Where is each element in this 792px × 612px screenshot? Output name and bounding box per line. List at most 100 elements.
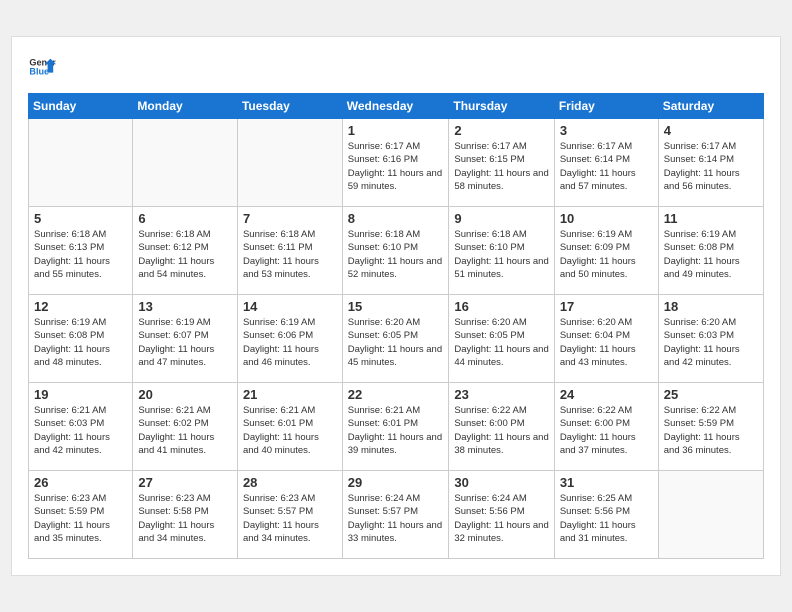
day-info: Sunrise: 6:20 AM Sunset: 6:03 PM Dayligh… [664,316,758,369]
day-number: 18 [664,299,758,314]
day-header-saturday: Saturday [658,94,763,119]
day-number: 9 [454,211,548,226]
day-number: 13 [138,299,232,314]
calendar-cell: 15 Sunrise: 6:20 AM Sunset: 6:05 PM Dayli… [342,295,449,383]
calendar-cell: 16 Sunrise: 6:20 AM Sunset: 6:05 PM Dayli… [449,295,554,383]
calendar-cell: 11 Sunrise: 6:19 AM Sunset: 6:08 PM Dayli… [658,207,763,295]
calendar-cell: 6 Sunrise: 6:18 AM Sunset: 6:12 PM Daylig… [133,207,238,295]
calendar-cell: 26Sunrise: 6:23 AM Sunset: 5:59 PM Dayli… [29,471,133,559]
calendar-cell: 22 Sunrise: 6:21 AM Sunset: 6:01 PM Dayli… [342,383,449,471]
day-number: 2 [454,123,548,138]
day-info: Sunrise: 6:19 AM Sunset: 6:08 PM Dayligh… [34,316,127,369]
day-number: 12 [34,299,127,314]
day-info: Sunrise: 6:24 AM Sunset: 5:57 PM Dayligh… [348,492,444,545]
day-info: Sunrise: 6:20 AM Sunset: 6:04 PM Dayligh… [560,316,653,369]
calendar-cell [237,119,342,207]
day-header-tuesday: Tuesday [237,94,342,119]
day-info: Sunrise: 6:18 AM Sunset: 6:11 PM Dayligh… [243,228,337,281]
calendar-cell: 17Sunrise: 6:20 AM Sunset: 6:04 PM Dayli… [554,295,658,383]
day-number: 1 [348,123,444,138]
header: General Blue [28,53,764,81]
day-number: 22 [348,387,444,402]
day-number: 16 [454,299,548,314]
calendar-cell: 12 Sunrise: 6:19 AM Sunset: 6:08 PM Dayli… [29,295,133,383]
day-info: Sunrise: 6:21 AM Sunset: 6:02 PM Dayligh… [138,404,232,457]
calendar-cell: 10Sunrise: 6:19 AM Sunset: 6:09 PM Dayli… [554,207,658,295]
day-number: 11 [664,211,758,226]
day-info: Sunrise: 6:19 AM Sunset: 6:08 PM Dayligh… [664,228,758,281]
day-number: 23 [454,387,548,402]
day-number: 20 [138,387,232,402]
day-info: Sunrise: 6:21 AM Sunset: 6:01 PM Dayligh… [243,404,337,457]
day-number: 14 [243,299,337,314]
day-number: 6 [138,211,232,226]
day-number: 15 [348,299,444,314]
day-number: 24 [560,387,653,402]
day-number: 10 [560,211,653,226]
calendar-cell [29,119,133,207]
day-number: 27 [138,475,232,490]
calendar-header-row: SundayMondayTuesdayWednesdayThursdayFrid… [29,94,764,119]
day-info: Sunrise: 6:19 AM Sunset: 6:07 PM Dayligh… [138,316,232,369]
calendar-cell: 7 Sunrise: 6:18 AM Sunset: 6:11 PM Daylig… [237,207,342,295]
day-info: Sunrise: 6:21 AM Sunset: 6:03 PM Dayligh… [34,404,127,457]
calendar-cell: 21 Sunrise: 6:21 AM Sunset: 6:01 PM Dayli… [237,383,342,471]
day-info: Sunrise: 6:19 AM Sunset: 6:06 PM Dayligh… [243,316,337,369]
day-number: 30 [454,475,548,490]
calendar-cell: 18 Sunrise: 6:20 AM Sunset: 6:03 PM Dayli… [658,295,763,383]
calendar-cell [658,471,763,559]
day-number: 19 [34,387,127,402]
day-number: 8 [348,211,444,226]
day-info: Sunrise: 6:20 AM Sunset: 6:05 PM Dayligh… [348,316,444,369]
calendar-cell: 9 Sunrise: 6:18 AM Sunset: 6:10 PM Daylig… [449,207,554,295]
day-info: Sunrise: 6:25 AM Sunset: 5:56 PM Dayligh… [560,492,653,545]
calendar-cell: 28Sunrise: 6:23 AM Sunset: 5:57 PM Dayli… [237,471,342,559]
day-info: Sunrise: 6:17 AM Sunset: 6:16 PM Dayligh… [348,140,444,193]
day-info: Sunrise: 6:24 AM Sunset: 5:56 PM Dayligh… [454,492,548,545]
day-number: 5 [34,211,127,226]
calendar-week-row: 12 Sunrise: 6:19 AM Sunset: 6:08 PM Dayli… [29,295,764,383]
day-number: 28 [243,475,337,490]
calendar-cell: 13 Sunrise: 6:19 AM Sunset: 6:07 PM Dayli… [133,295,238,383]
calendar-cell: 29 Sunrise: 6:24 AM Sunset: 5:57 PM Dayli… [342,471,449,559]
logo: General Blue [28,53,56,81]
calendar-cell: 24 Sunrise: 6:22 AM Sunset: 6:00 PM Dayli… [554,383,658,471]
day-number: 21 [243,387,337,402]
day-header-sunday: Sunday [29,94,133,119]
logo-icon: General Blue [28,53,56,81]
calendar-cell: 27 Sunrise: 6:23 AM Sunset: 5:58 PM Dayli… [133,471,238,559]
calendar-grid: SundayMondayTuesdayWednesdayThursdayFrid… [28,93,764,559]
day-number: 29 [348,475,444,490]
calendar-cell: 4Sunrise: 6:17 AM Sunset: 6:14 PM Daylig… [658,119,763,207]
day-info: Sunrise: 6:18 AM Sunset: 6:10 PM Dayligh… [454,228,548,281]
calendar-week-row: 5 Sunrise: 6:18 AM Sunset: 6:13 PM Daylig… [29,207,764,295]
day-number: 7 [243,211,337,226]
day-number: 4 [664,123,758,138]
calendar-week-row: 19 Sunrise: 6:21 AM Sunset: 6:03 PM Dayli… [29,383,764,471]
calendar-cell: 19 Sunrise: 6:21 AM Sunset: 6:03 PM Dayli… [29,383,133,471]
calendar-cell: 1 Sunrise: 6:17 AM Sunset: 6:16 PM Daylig… [342,119,449,207]
day-info: Sunrise: 6:18 AM Sunset: 6:12 PM Dayligh… [138,228,232,281]
calendar-cell: 8Sunrise: 6:18 AM Sunset: 6:10 PM Daylig… [342,207,449,295]
day-header-friday: Friday [554,94,658,119]
calendar-cell: 30 Sunrise: 6:24 AM Sunset: 5:56 PM Dayli… [449,471,554,559]
calendar-cell: 31 Sunrise: 6:25 AM Sunset: 5:56 PM Dayli… [554,471,658,559]
day-info: Sunrise: 6:22 AM Sunset: 6:00 PM Dayligh… [560,404,653,457]
calendar-cell: 25Sunrise: 6:22 AM Sunset: 5:59 PM Dayli… [658,383,763,471]
day-info: Sunrise: 6:18 AM Sunset: 6:13 PM Dayligh… [34,228,127,281]
svg-text:Blue: Blue [29,67,49,77]
day-number: 31 [560,475,653,490]
day-info: Sunrise: 6:17 AM Sunset: 6:14 PM Dayligh… [560,140,653,193]
day-header-wednesday: Wednesday [342,94,449,119]
day-info: Sunrise: 6:23 AM Sunset: 5:58 PM Dayligh… [138,492,232,545]
day-info: Sunrise: 6:21 AM Sunset: 6:01 PM Dayligh… [348,404,444,457]
calendar-cell: 14 Sunrise: 6:19 AM Sunset: 6:06 PM Dayli… [237,295,342,383]
day-header-thursday: Thursday [449,94,554,119]
calendar-cell: 3 Sunrise: 6:17 AM Sunset: 6:14 PM Daylig… [554,119,658,207]
calendar-cell: 5 Sunrise: 6:18 AM Sunset: 6:13 PM Daylig… [29,207,133,295]
day-number: 3 [560,123,653,138]
calendar-cell: 20 Sunrise: 6:21 AM Sunset: 6:02 PM Dayli… [133,383,238,471]
day-number: 25 [664,387,758,402]
day-info: Sunrise: 6:20 AM Sunset: 6:05 PM Dayligh… [454,316,548,369]
calendar-week-row: 26Sunrise: 6:23 AM Sunset: 5:59 PM Dayli… [29,471,764,559]
